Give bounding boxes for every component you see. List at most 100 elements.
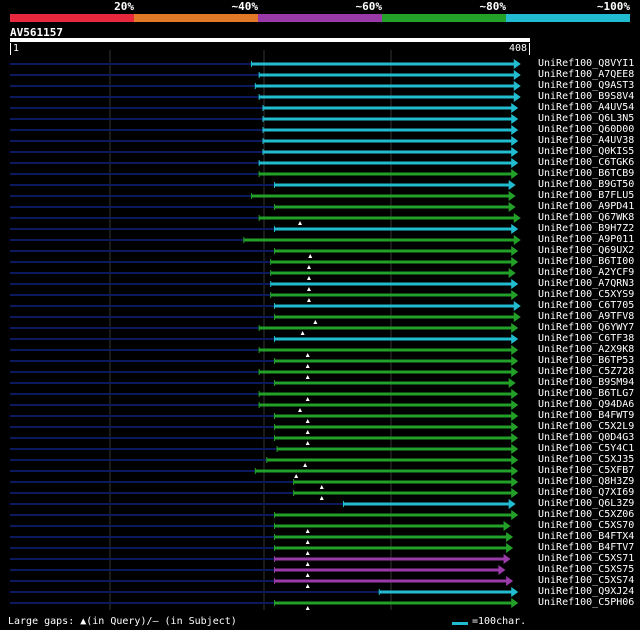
hit-label[interactable]: UniRef100_B4FWT9 [538, 410, 634, 421]
hit-label[interactable]: UniRef100_A9PD41 [538, 201, 634, 212]
hit-label[interactable]: UniRef100_C6TF38 [538, 333, 634, 344]
hit-label[interactable]: UniRef100_A4UV38 [538, 135, 634, 146]
hit-label[interactable]: UniRef100_Q94DA6 [538, 399, 634, 410]
hit-arrowhead [508, 499, 516, 509]
hit-arrowhead [511, 103, 519, 113]
hit-row[interactable] [10, 543, 514, 555]
hit-arrowhead [506, 576, 514, 586]
hit-label[interactable]: UniRef100_C5Y4C1 [538, 443, 634, 454]
hit-arrowhead [511, 422, 519, 432]
hit-arrowhead [511, 279, 519, 289]
hit-label[interactable]: UniRef100_C5XYS9 [538, 289, 634, 300]
hit-label[interactable]: UniRef100_C5Z728 [538, 366, 634, 377]
query-gap-marker [305, 397, 310, 401]
query-gap-marker [305, 430, 310, 434]
hit-label[interactable]: UniRef100_A9TFV8 [538, 311, 634, 322]
hit-arrowhead [511, 158, 519, 168]
hit-row[interactable] [10, 554, 511, 566]
hit-arrowhead [511, 510, 519, 520]
hit-label[interactable]: UniRef100_C5XS70 [538, 520, 634, 531]
hit-label[interactable]: UniRef100_C5XS71 [538, 553, 634, 564]
query-gap-marker [306, 276, 311, 280]
hit-label[interactable]: UniRef100_B9SM94 [538, 377, 634, 388]
hit-row[interactable] [10, 576, 514, 588]
hit-arrowhead [513, 213, 521, 223]
hit-label[interactable]: UniRef100_C6T705 [538, 300, 634, 311]
hit-label[interactable]: UniRef100_A7QRN3 [538, 278, 634, 289]
hit-row[interactable] [10, 180, 516, 190]
hit-label[interactable]: UniRef100_Q60D00 [538, 124, 634, 135]
hit-arrowhead [508, 180, 516, 190]
hit-label[interactable]: UniRef100_B6TI00 [538, 256, 634, 267]
hit-label[interactable]: UniRef100_A7QEE8 [538, 69, 634, 80]
hit-label[interactable]: UniRef100_B7FLU5 [538, 190, 634, 201]
hit-arrowhead [508, 202, 516, 212]
hit-arrowhead [511, 246, 519, 256]
hit-label[interactable]: UniRef100_B4FTX4 [538, 531, 634, 542]
hit-row[interactable] [10, 378, 516, 388]
hit-row[interactable] [10, 312, 521, 324]
hit-label[interactable]: UniRef100_Q8H3Z9 [538, 476, 634, 487]
hit-label[interactable]: UniRef100_Q9XJ24 [538, 586, 634, 597]
hit-row[interactable] [10, 81, 521, 91]
hit-label[interactable]: UniRef100_C5PH06 [538, 597, 634, 608]
hit-row[interactable] [10, 59, 521, 69]
query-gap-marker [306, 298, 311, 302]
hit-label[interactable]: UniRef100_A2YCF9 [538, 267, 634, 278]
hit-label[interactable]: UniRef100_C5XS75 [538, 564, 634, 575]
hit-arrowhead [508, 378, 516, 388]
hit-row[interactable] [10, 92, 521, 102]
hit-label[interactable]: UniRef100_Q6L3N5 [538, 113, 634, 124]
hit-label[interactable]: UniRef100_Q9AST3 [538, 80, 634, 91]
hit-arrowhead [511, 356, 519, 366]
hit-label[interactable]: UniRef100_B6TCB9 [538, 168, 634, 179]
hit-label[interactable]: UniRef100_B6TLG7 [538, 388, 634, 399]
query-gap-marker [308, 254, 313, 258]
hit-row[interactable] [10, 213, 521, 225]
hit-label[interactable]: UniRef100_C5XJ35 [538, 454, 634, 465]
hit-row[interactable] [10, 235, 521, 245]
hit-arrowhead [511, 345, 519, 355]
hit-label[interactable]: UniRef100_Q0KIS5 [538, 146, 634, 157]
hit-label[interactable]: UniRef100_C6TGK6 [538, 157, 634, 168]
hit-row[interactable] [10, 268, 516, 280]
hit-label[interactable]: UniRef100_C5XZ06 [538, 509, 634, 520]
hit-label[interactable]: UniRef100_Q0D4G3 [538, 432, 634, 443]
hit-label[interactable]: UniRef100_Q8VYI1 [538, 58, 634, 69]
query-gap-marker [305, 353, 310, 357]
query-gap-marker [305, 562, 310, 566]
hit-label[interactable]: UniRef100_B9S8V4 [538, 91, 634, 102]
hit-row[interactable] [10, 301, 521, 311]
hit-row[interactable] [10, 202, 516, 212]
hit-label[interactable]: UniRef100_C5X2L9 [538, 421, 634, 432]
hit-row[interactable] [10, 499, 516, 509]
hit-label[interactable]: UniRef100_C5XS74 [538, 575, 634, 586]
hit-row[interactable] [10, 521, 511, 533]
hit-label[interactable]: UniRef100_A9P011 [538, 234, 634, 245]
hit-label[interactable]: UniRef100_B4FTV7 [538, 542, 634, 553]
hit-row[interactable] [10, 532, 514, 544]
hit-row[interactable] [10, 70, 521, 80]
hit-label[interactable]: UniRef100_Q69UX2 [538, 245, 634, 256]
query-gap-marker [305, 584, 310, 588]
query-gap-marker [305, 606, 310, 610]
hit-arrowhead [511, 323, 519, 333]
hit-row[interactable] [10, 191, 516, 201]
query-gap-marker [305, 419, 310, 423]
hit-label[interactable]: UniRef100_B9H7Z2 [538, 223, 634, 234]
hit-label[interactable]: UniRef100_C5XFB7 [538, 465, 634, 476]
hit-arrowhead [511, 477, 519, 487]
hit-arrowhead [511, 455, 519, 465]
hit-arrowhead [511, 367, 519, 377]
hit-label[interactable]: UniRef100_Q6YWY7 [538, 322, 634, 333]
hit-label[interactable]: UniRef100_B9GT50 [538, 179, 634, 190]
hit-label[interactable]: UniRef100_Q7XI69 [538, 487, 634, 498]
hit-label[interactable]: UniRef100_B6TP53 [538, 355, 634, 366]
hit-label[interactable]: UniRef100_A2X9K8 [538, 344, 634, 355]
hit-label[interactable]: UniRef100_A4UV54 [538, 102, 634, 113]
hit-label[interactable]: UniRef100_Q6L3Z9 [538, 498, 634, 509]
gap-legend: Large gaps: ▲(in Query)/— (in Subject) [8, 616, 237, 627]
hit-arrowhead [508, 191, 516, 201]
hit-label[interactable]: UniRef100_Q67WK8 [538, 212, 634, 223]
hit-row[interactable] [10, 565, 506, 577]
